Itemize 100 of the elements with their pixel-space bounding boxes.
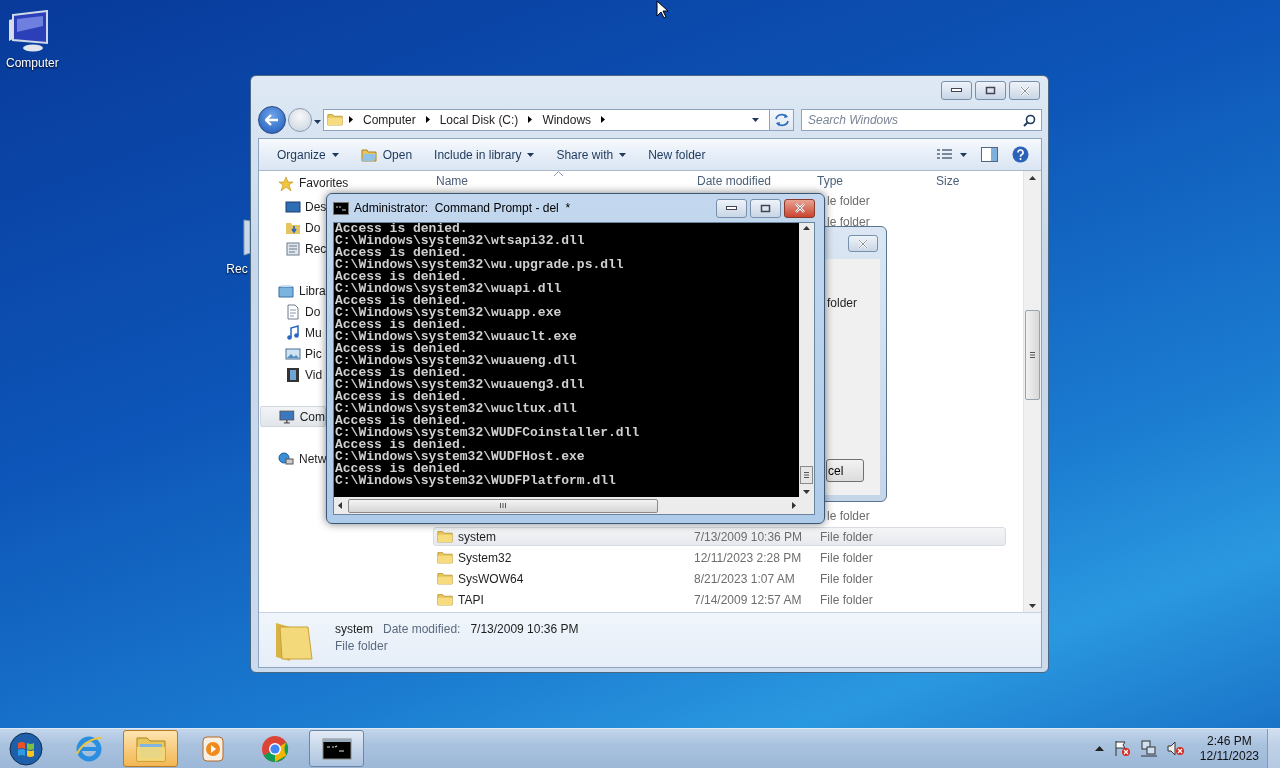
clock[interactable]: 2:46 PM 12/11/2023 — [1199, 733, 1259, 764]
close-button[interactable] — [784, 198, 815, 218]
file-row[interactable]: SysWOW64 8/21/2023 1:07 AM File folder — [433, 569, 1006, 588]
folder-icon — [437, 551, 453, 564]
file-row[interactable]: TAPI 7/14/2009 12:57 AM File folder — [433, 590, 1006, 609]
nav-item[interactable]: Vid — [259, 364, 323, 385]
console-icon[interactable] — [321, 737, 352, 760]
horizontal-scrollbar[interactable] — [334, 497, 814, 514]
nav-item[interactable]: Do — [259, 217, 321, 238]
address-bar[interactable]: Computer Local Disk (C:) Windows — [323, 108, 770, 131]
film-icon — [285, 366, 301, 383]
chevron-icon — [601, 116, 606, 123]
toolbar-button[interactable]: Share with — [547, 144, 636, 165]
nav-item[interactable]: Do — [259, 301, 321, 322]
console-line: C:\Windows\system32\WUDFCoinstaller.dll — [335, 427, 641, 439]
type-cell-text: File folder — [819, 529, 873, 544]
folder-icon — [360, 147, 377, 162]
back-button[interactable] — [258, 105, 286, 134]
chevron-icon — [528, 116, 533, 123]
toolbar-button[interactable]: Organize — [268, 144, 348, 165]
console-line: Access is denied. — [335, 223, 468, 235]
folder-icon — [327, 113, 343, 126]
play-icon[interactable] — [199, 734, 226, 763]
date-cell-text: 12/11/2023 2:28 PM — [693, 550, 803, 565]
nav-item[interactable]: Rec — [259, 238, 327, 259]
maximize-button[interactable] — [975, 81, 1006, 100]
type-cell: le folder — [827, 193, 870, 208]
chrome-icon[interactable] — [259, 733, 290, 764]
windows-orb-icon — [8, 730, 44, 767]
file-row[interactable]: system 7/13/2009 10:36 PM File folder — [433, 527, 1006, 546]
scroll-left-icon[interactable] — [338, 502, 342, 509]
muted-speaker-icon[interactable] — [1166, 740, 1185, 757]
picture-icon — [285, 345, 301, 362]
scroll-up-icon[interactable] — [1029, 176, 1036, 180]
chevron-icon — [349, 116, 353, 123]
scroll-right-icon[interactable] — [792, 502, 796, 509]
column-header[interactable]: Name — [436, 173, 468, 188]
column-header[interactable]: Size — [936, 173, 960, 188]
toolbar-button[interactable]: Include in library — [425, 144, 544, 165]
network-icon[interactable] — [1139, 740, 1158, 757]
type-cell-text: File folder — [819, 571, 873, 586]
toolbar-button[interactable]: Open — [351, 144, 422, 165]
nav-item[interactable]: Libra — [259, 280, 326, 301]
console-line: Access is denied. — [335, 247, 468, 259]
file-name: TAPI — [458, 592, 484, 607]
grip-icon — [500, 503, 506, 508]
vertical-scrollbar[interactable] — [799, 223, 814, 497]
file-name: system — [458, 529, 496, 544]
toolbar-button[interactable]: New folder — [639, 144, 715, 165]
view-list-icon[interactable] — [937, 148, 967, 161]
nav-item[interactable]: Pic — [259, 343, 322, 364]
taskbar-button[interactable] — [309, 730, 364, 767]
recent-places-icon — [285, 240, 301, 257]
library-icon — [278, 282, 294, 299]
dialog-button[interactable]: cel — [826, 459, 864, 482]
document-icon — [285, 303, 301, 320]
minimize-button[interactable] — [716, 198, 747, 218]
console-line: Access is denied. — [335, 343, 468, 355]
nav-item[interactable]: Des — [259, 196, 327, 217]
console-line: C:\Windows\system32\wucltux.dll — [335, 403, 578, 415]
console-line: Access is denied. — [335, 271, 468, 283]
minimize-button[interactable] — [941, 81, 972, 100]
breadcrumb[interactable]: Windows — [538, 112, 596, 127]
desktop-icon — [285, 198, 301, 215]
scroll-down-icon[interactable] — [803, 490, 810, 494]
close-button[interactable] — [848, 235, 878, 252]
help-icon[interactable] — [1012, 146, 1029, 163]
grip-icon — [804, 472, 809, 478]
desktop-icon-label[interactable]: Computer — [6, 56, 59, 70]
file-row[interactable]: System32 12/11/2023 2:28 PM File folder — [433, 548, 1006, 567]
maximize-icon — [985, 86, 996, 95]
type-cell: le folder — [827, 508, 870, 523]
clock-date: 12/11/2023 — [1199, 748, 1259, 764]
flag-error-icon[interactable] — [1112, 740, 1131, 757]
show-hidden-icon[interactable] — [1094, 746, 1104, 751]
nav-item[interactable]: Netw — [259, 448, 327, 469]
breadcrumb[interactable]: Computer — [359, 112, 420, 127]
refresh-button[interactable] — [770, 108, 794, 131]
breadcrumb[interactable]: Local Disk (C:) — [435, 112, 523, 127]
preview-pane-icon[interactable] — [981, 147, 998, 162]
scroll-down-icon[interactable] — [1029, 604, 1036, 608]
desktop-icon-label[interactable]: Rec — [226, 262, 248, 276]
nav-item[interactable]: Mu — [259, 322, 322, 343]
caret-icon — [331, 152, 339, 157]
console-line: C:\Windows\system32\wuauclt.exe — [335, 331, 578, 343]
maximize-button[interactable] — [750, 198, 781, 218]
vertical-scrollbar[interactable] — [1023, 171, 1041, 612]
star-icon — [278, 176, 294, 192]
nav-item[interactable]: Favorites — [259, 175, 349, 192]
nav-item[interactable]: Com — [260, 406, 326, 427]
search-field[interactable]: Search Windows — [801, 108, 1042, 131]
date-cell-text: 7/14/2009 12:57 AM — [693, 592, 803, 607]
console-line: C:\Windows\system32\wuaueng3.dll — [335, 379, 586, 391]
column-header[interactable]: Type — [817, 173, 843, 188]
console-line: Access is denied. — [335, 295, 468, 307]
caret-icon — [619, 152, 627, 157]
folder-icon — [437, 593, 453, 606]
folder-icon — [437, 572, 453, 585]
scroll-up-icon[interactable] — [803, 226, 810, 230]
column-header[interactable]: Date modified — [697, 173, 772, 188]
